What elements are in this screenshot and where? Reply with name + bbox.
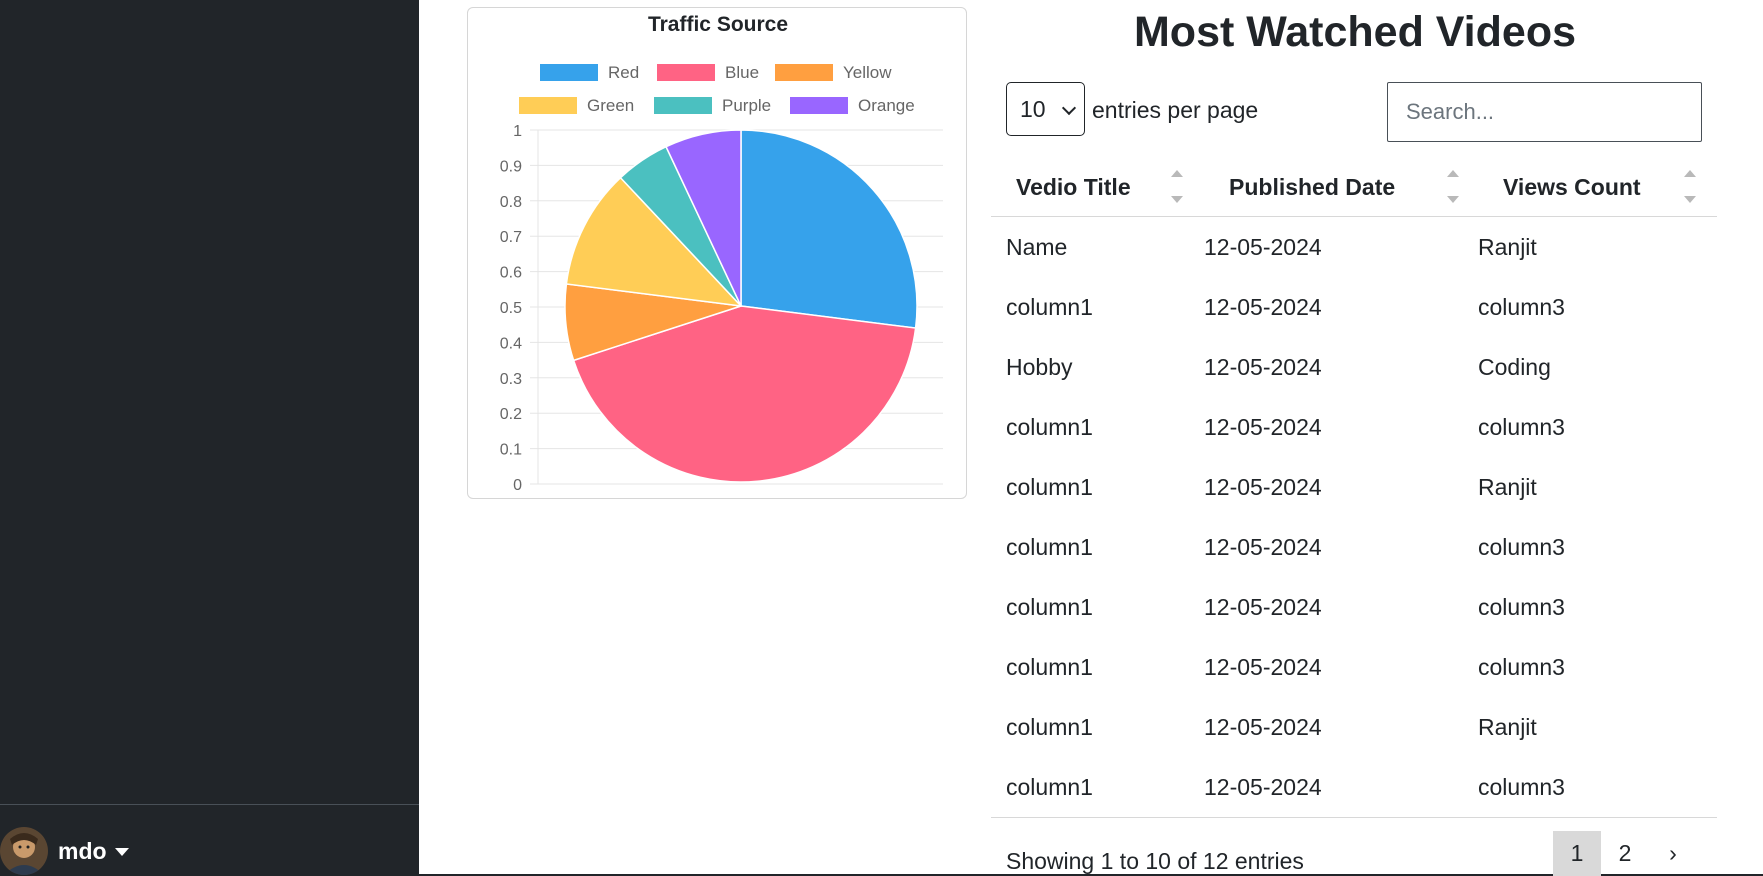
table-cell: Ranjit (1478, 474, 1537, 500)
legend-swatch[interactable] (775, 64, 833, 81)
column-header-views-count[interactable]: Views Count (1503, 174, 1641, 201)
table-row: column1 12-05-2024 Ranjit (991, 697, 1717, 757)
table-cell: Hobby (1006, 354, 1073, 380)
pie-slices (564, 129, 918, 483)
table-cell: Ranjit (1478, 234, 1537, 260)
pagination: 1 2 › (1553, 831, 1697, 876)
table-row: column1 12-05-2024 column3 (991, 277, 1717, 337)
legend-label[interactable]: Blue (725, 63, 759, 82)
next-page-button[interactable]: › (1649, 831, 1697, 876)
videos-table: Vedio Title Published Date Views Count N… (991, 160, 1717, 818)
table-cell: 12-05-2024 (1204, 594, 1322, 620)
table-header: Vedio Title Published Date Views Count (991, 160, 1717, 217)
table-cell: 12-05-2024 (1204, 774, 1322, 800)
table-cell: 12-05-2024 (1204, 534, 1322, 560)
y-tick-label: 0 (513, 477, 522, 494)
sort-icon[interactable] (1684, 170, 1698, 206)
page-button-1[interactable]: 1 (1553, 831, 1601, 876)
table-info: Showing 1 to 10 of 12 entries (1006, 848, 1304, 874)
legend-label[interactable]: Green (587, 96, 634, 115)
legend-label[interactable]: Orange (858, 96, 915, 115)
table-cell: 12-05-2024 (1204, 234, 1322, 260)
table-cell: column3 (1478, 414, 1565, 440)
sort-icon[interactable] (1171, 170, 1185, 206)
table-cell: column1 (1006, 714, 1093, 740)
entries-per-page-select[interactable]: 10 (1006, 82, 1085, 136)
y-tick-label: 1 (513, 123, 522, 140)
pie-slice-red[interactable] (740, 129, 918, 329)
table-cell: Coding (1478, 354, 1551, 380)
user-avatar-icon[interactable] (0, 827, 48, 875)
table-cell: column3 (1478, 534, 1565, 560)
table-row: column1 12-05-2024 column3 (991, 757, 1717, 817)
page-title: Most Watched Videos (1133, 8, 1576, 56)
table-cell: column1 (1006, 474, 1093, 500)
search-input[interactable] (1387, 82, 1702, 142)
table-row: Name 12-05-2024 Ranjit (991, 217, 1717, 277)
page-size-value: 10 (1020, 95, 1046, 122)
legend-swatch[interactable] (654, 97, 712, 114)
traffic-source-chart-card: Traffic Source Red Blue Yellow Green Purple O… (467, 7, 967, 499)
table-body: Name 12-05-2024 Ranjit column1 12-05-2024 col… (991, 217, 1717, 817)
table-cell: column1 (1006, 654, 1093, 680)
column-header-published-date[interactable]: Published Date (1229, 174, 1395, 201)
table-cell: 12-05-2024 (1204, 354, 1322, 380)
table-row: column1 12-05-2024 Ranjit (991, 457, 1717, 517)
column-header-title[interactable]: Vedio Title (1016, 174, 1131, 201)
chart-legend: Red Blue Yellow Green Purple Orange (519, 63, 915, 115)
table-cell: 12-05-2024 (1204, 414, 1322, 440)
page-button-2[interactable]: 2 (1601, 831, 1649, 876)
table-row: column1 12-05-2024 column3 (991, 517, 1717, 577)
table-cell: column1 (1006, 774, 1093, 800)
y-tick-label: 0.8 (500, 194, 522, 211)
caret-down-icon[interactable] (114, 848, 129, 856)
y-tick-label: 0.2 (500, 406, 522, 423)
table-cell: column3 (1478, 594, 1565, 620)
table-cell: 12-05-2024 (1204, 654, 1322, 680)
chevron-down-icon (1061, 100, 1077, 116)
y-tick-label: 0.4 (500, 335, 522, 352)
y-tick-label: 0.9 (500, 158, 522, 175)
username[interactable]: mdo (58, 838, 107, 865)
legend-label[interactable]: Yellow (843, 63, 892, 82)
entries-per-page-label: entries per page (1092, 97, 1259, 123)
y-tick-label: 0.6 (500, 265, 522, 282)
table-cell: Ranjit (1478, 714, 1537, 740)
table-cell: column3 (1478, 654, 1565, 680)
table-cell: column1 (1006, 294, 1093, 320)
legend-swatch[interactable] (540, 64, 598, 81)
table-bottom-border (991, 817, 1717, 818)
table-cell: column1 (1006, 414, 1093, 440)
table-cell: column3 (1478, 294, 1565, 320)
table-cell: column1 (1006, 594, 1093, 620)
table-cell: 12-05-2024 (1204, 714, 1322, 740)
legend-label[interactable]: Purple (722, 96, 771, 115)
sort-icon[interactable] (1447, 170, 1461, 206)
sidebar-divider (0, 804, 419, 805)
legend-swatch[interactable] (657, 64, 715, 81)
legend-swatch[interactable] (790, 97, 848, 114)
sidebar: mdo (0, 0, 419, 876)
chart-y-ticks: 1 0.9 0.8 0.7 0.6 0.5 0.4 0.3 0.2 0.1 0 (500, 123, 522, 494)
user-menu[interactable]: mdo (0, 826, 129, 876)
legend-label[interactable]: Red (608, 63, 639, 82)
table-cell: 12-05-2024 (1204, 294, 1322, 320)
table-cell: column1 (1006, 534, 1093, 560)
table-cell: column3 (1478, 774, 1565, 800)
y-tick-label: 0.3 (500, 371, 522, 388)
chart-title: Traffic Source (648, 13, 788, 36)
table-cell: 12-05-2024 (1204, 474, 1322, 500)
y-tick-label: 0.5 (500, 300, 522, 317)
legend-swatch[interactable] (519, 97, 577, 114)
y-tick-label: 0.1 (500, 442, 522, 459)
table-cell: Name (1006, 234, 1068, 260)
y-tick-label: 0.7 (500, 229, 522, 246)
table-row: column1 12-05-2024 column3 (991, 577, 1717, 637)
table-row: column1 12-05-2024 column3 (991, 637, 1717, 697)
table-row: column1 12-05-2024 column3 (991, 397, 1717, 457)
traffic-source-chart: Traffic Source Red Blue Yellow Green Purple O… (500, 13, 943, 494)
table-row: Hobby 12-05-2024 Coding (991, 337, 1717, 397)
